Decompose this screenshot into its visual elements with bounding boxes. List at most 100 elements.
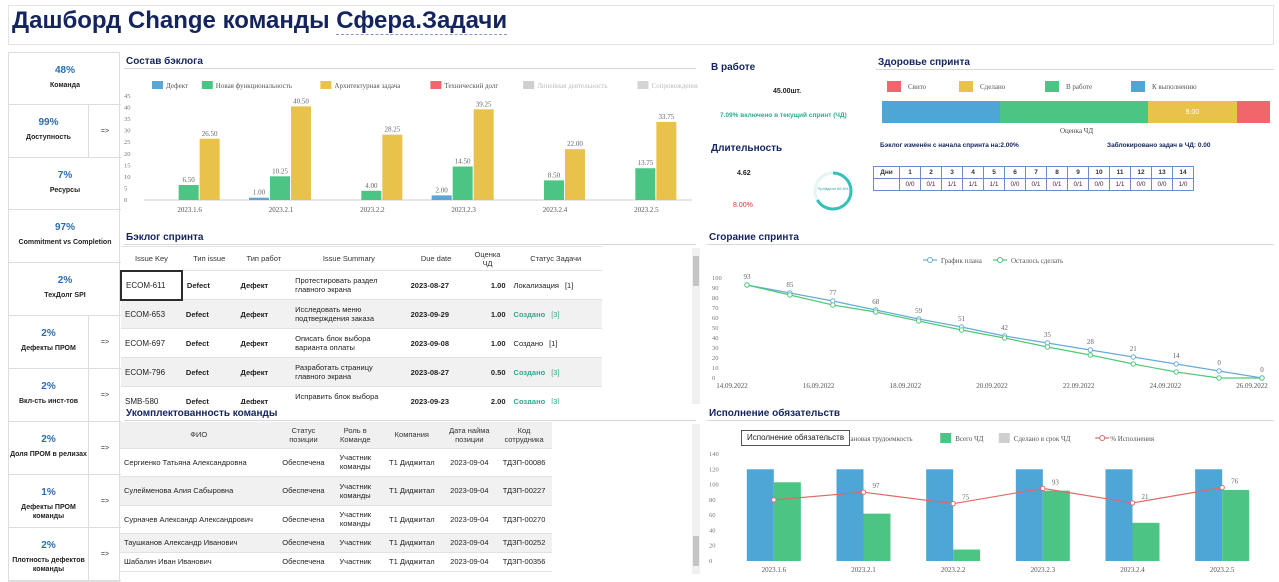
x-tick-label: 2023.2.3 — [1031, 566, 1056, 574]
kpi-drilldown-arrow[interactable]: => — [89, 422, 121, 474]
column-header[interactable]: Тип работ — [236, 246, 292, 271]
bar — [565, 149, 585, 200]
cell-work: Дефект — [236, 270, 292, 300]
table-row[interactable]: ECOM-611 Defect Дефект Протестировать разде… — [120, 269, 602, 301]
kpi-value: 2% — [41, 434, 56, 445]
data-point — [787, 292, 793, 298]
cell-date: 2023-09-04 — [442, 505, 497, 534]
table-row[interactable]: Сергиенко Татьяна Александровна Обеспечен… — [120, 448, 552, 477]
x-tick-label: 2023.2.3 — [451, 206, 476, 214]
legend-label: Архитектурная задача — [334, 82, 401, 90]
y-tick-label: 60 — [712, 315, 719, 322]
table-row[interactable]: Сурначев Александр Александрович Обеспече… — [120, 505, 552, 534]
column-header[interactable]: Статус позиции — [277, 422, 330, 449]
kpi-card[interactable]: 7% Ресурсы — [9, 158, 121, 210]
cell-code: ТДЗП-00356 — [496, 552, 552, 572]
cell-due: 2023-09-29 — [406, 299, 466, 329]
x-tick-label: 26.09.2022 — [1236, 382, 1268, 390]
data-label: 21 — [1130, 345, 1138, 353]
commitment-chart: Плановая трудоемкость Всего ЧД Сделано в с… — [709, 433, 1250, 574]
kpi-label: Команда — [50, 82, 80, 89]
column-header[interactable]: Issue Summary — [291, 246, 407, 271]
column-header[interactable]: Issue Key — [121, 246, 182, 271]
table-row[interactable]: Таушканов Александр Иванович Обеспечена Уч… — [120, 533, 552, 553]
y-tick-label: 15 — [124, 162, 131, 169]
column-header[interactable]: Код сотрудника — [496, 422, 552, 449]
kpi-drilldown-arrow[interactable]: => — [89, 316, 121, 368]
grid-day-value: 1/1 — [941, 178, 963, 191]
scroll-thumb[interactable] — [693, 536, 699, 566]
data-point — [958, 327, 965, 333]
y-tick-label: 30 — [124, 128, 131, 135]
column-header[interactable]: Due date — [406, 246, 466, 271]
team-name-link[interactable]: Сфера.Задачи — [336, 7, 508, 35]
x-tick-label: 2023.2.2 — [360, 206, 385, 214]
cell-key: ECOM-653 — [121, 299, 182, 329]
status-count: [1] — [549, 338, 558, 348]
table-row[interactable]: Шабалин Иван Иванович Обеспечена Участник Т… — [120, 552, 552, 572]
cell-role: Участник — [329, 533, 382, 553]
bar — [926, 469, 954, 561]
grid-day-value — [873, 178, 900, 191]
kpi-value: 2% — [41, 540, 56, 551]
x-tick-label: 14.09.2022 — [716, 382, 748, 390]
blocked-tasks: Заблокировано задач в ЧД: 0.00 — [1107, 142, 1211, 149]
column-header[interactable]: Оценка ЧД — [465, 246, 510, 271]
data-point — [915, 318, 922, 324]
kpi-card[interactable]: 1% Дефекты ПРОМ команды => — [9, 475, 121, 528]
kpi-card[interactable]: 2% Доля ПРОМ в релизах => — [9, 422, 121, 475]
scroll-thumb[interactable] — [693, 256, 699, 286]
kpi-label: Доля ПРОМ в релизах — [10, 451, 87, 458]
data-point — [1130, 361, 1136, 367]
table-row[interactable]: ECOM-796 Defect Дефект Разработать страницу… — [121, 357, 602, 387]
kpi-card[interactable]: 48% Команда — [9, 53, 121, 105]
y-tick-label: 0 — [709, 558, 712, 565]
status-label: Создано — [513, 309, 546, 319]
kpi-card[interactable]: 2% Плотность дефектов команды => — [9, 528, 121, 581]
column-header[interactable]: Тип issue — [181, 246, 237, 271]
y-tick-label: 80 — [709, 497, 716, 504]
column-header[interactable]: Статус Задачи — [509, 246, 602, 271]
data-point — [1087, 347, 1094, 353]
legend-swatch — [152, 81, 163, 89]
bar — [199, 138, 220, 200]
table-row[interactable]: ECOM-653 Defect Дефект Исследовать меню под… — [121, 299, 602, 329]
data-label: 35 — [1044, 331, 1052, 339]
y-tick-label: 30 — [712, 345, 719, 352]
kpi-main: 2% Вкл-сть инст-тов — [9, 369, 89, 421]
cell-type: Defect — [181, 357, 237, 387]
data-point — [873, 309, 879, 315]
kpi-label: Commitment vs Completion — [18, 239, 112, 246]
sprint-backlog-scrollbar[interactable] — [692, 248, 700, 404]
y-tick-label: 50 — [712, 325, 719, 332]
kpi-sidebar: 48% Команда 99% Доступность => 7% Ресурсы 97% Co… — [8, 52, 121, 582]
staffing-scrollbar[interactable] — [692, 424, 700, 574]
column-header[interactable]: Роль в Команде — [329, 422, 382, 449]
column-header[interactable]: ФИО — [120, 422, 278, 449]
cell-name: Сергиенко Татьяна Александровна — [120, 448, 278, 477]
kpi-drilldown-arrow[interactable]: => — [89, 528, 121, 580]
kpi-card[interactable]: 99% Доступность => — [9, 105, 121, 158]
kpi-drilldown-arrow[interactable]: => — [89, 105, 121, 157]
kpi-card[interactable]: 2% ТехДолг SPI — [9, 263, 121, 316]
table-row[interactable]: Сулейменова Алия Сабыровна Обеспечена Учас… — [120, 476, 552, 506]
kpi-card[interactable]: 2% Вкл-сть инст-тов => — [9, 369, 121, 422]
commitment-title: Исполнение обязательств — [709, 408, 841, 419]
commitment-divider — [707, 420, 1274, 421]
cell-date: 2023-09-04 — [442, 552, 497, 572]
kpi-drilldown-arrow[interactable]: => — [89, 369, 121, 421]
column-header[interactable]: Дата найма позиции — [442, 422, 497, 449]
cell-type: Defect — [181, 299, 237, 329]
x-tick-label: 2023.2.5 — [1210, 566, 1235, 574]
bar-value-label: 6.50 — [183, 176, 196, 184]
kpi-drilldown-arrow[interactable]: => — [89, 475, 121, 527]
bar — [656, 122, 677, 200]
table-row[interactable]: SMB-580 Defect Дефект Исправить блок выбора… — [121, 386, 602, 404]
kpi-card[interactable]: 2% Дефекты ПРОМ => — [9, 316, 121, 369]
kpi-main: 7% Ресурсы — [9, 158, 121, 195]
y-tick-label: 90 — [712, 285, 719, 292]
column-header[interactable]: Компания — [381, 422, 443, 449]
bar — [544, 180, 564, 200]
kpi-card[interactable]: 97% Commitment vs Completion — [9, 210, 121, 263]
table-row[interactable]: ECOM-697 Defect Дефект Описать блок выбора … — [121, 328, 602, 358]
